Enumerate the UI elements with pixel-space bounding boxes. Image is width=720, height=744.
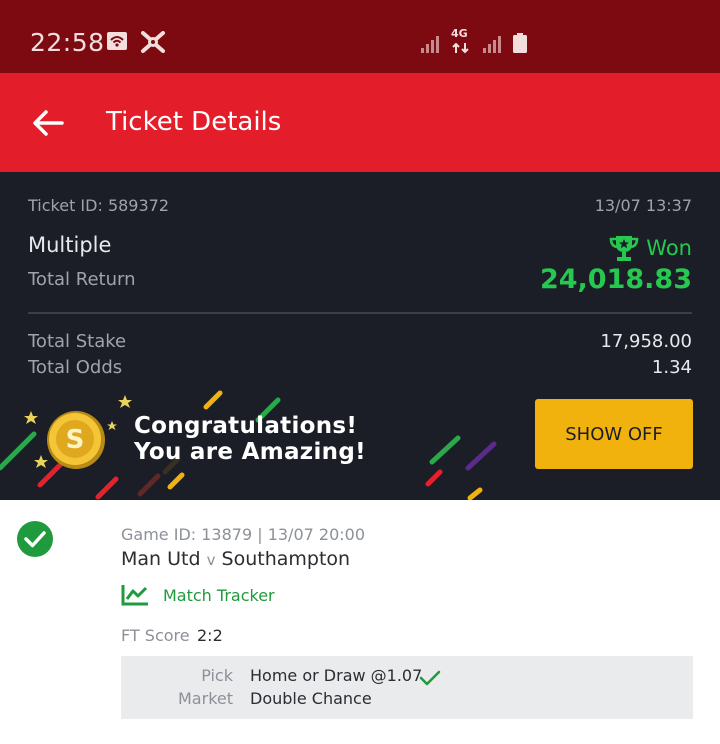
won-check-icon: [17, 521, 53, 557]
status-bar: 22:58 4G: [0, 0, 720, 73]
network-type: 4G: [450, 27, 472, 54]
home-team: Man Utd: [121, 548, 201, 570]
selection-card: Game ID: 13879 | 13/07 20:00 Man Utd v S…: [0, 500, 720, 744]
pick-value: Home or Draw @1.07: [250, 666, 423, 685]
bet-type: Multiple: [28, 233, 112, 257]
ticket-id: Ticket ID: 589372: [28, 196, 170, 215]
ticket-summary-panel: Ticket ID: 589372 13/07 13:37 Multiple W…: [0, 172, 720, 500]
congrats-line-2: You are Amazing!: [134, 439, 366, 465]
market-value: Double Chance: [250, 689, 372, 708]
back-button[interactable]: [28, 103, 68, 143]
total-odds-label: Total Odds: [28, 357, 123, 378]
status-left-icons: [106, 31, 166, 53]
total-return-label: Total Return: [28, 269, 136, 290]
versus-label: v: [206, 551, 216, 569]
app-bar: Ticket Details: [0, 73, 720, 172]
match-teams: Man Utd v Southampton: [121, 548, 350, 570]
coin-icon: S: [47, 411, 105, 469]
status-time: 22:58: [30, 28, 105, 57]
congrats-line-1: Congratulations!: [134, 413, 358, 439]
total-stake-value: 17,958.00: [600, 331, 692, 352]
trophy-icon: [610, 236, 639, 261]
congratulations-message: Congratulations! You are Amazing!: [134, 413, 366, 465]
status-badge: Won: [608, 234, 692, 262]
svg-text:S: S: [66, 425, 85, 455]
network-type-label: 4G: [451, 27, 468, 40]
arrow-left-icon: [33, 110, 64, 136]
data-arrows-icon: [452, 42, 469, 54]
market-label: Market: [178, 689, 233, 708]
page-title: Ticket Details: [106, 107, 282, 137]
chart-line-icon: [121, 585, 148, 606]
total-odds-value: 1.34: [651, 357, 692, 378]
ft-score-value: 2:2: [197, 626, 223, 645]
total-stake-label: Total Stake: [28, 331, 127, 352]
pick-check-icon: [419, 670, 441, 686]
shield-app-icon: [141, 31, 165, 53]
game-meta: Game ID: 13879 | 13/07 20:00: [121, 525, 365, 544]
divider: [28, 312, 692, 314]
battery-icon: [513, 33, 527, 53]
signal-strength-icon-2: [483, 36, 501, 53]
ft-score-label: FT Score: [121, 626, 190, 645]
total-return-value: 24,018.83: [539, 264, 692, 295]
match-tracker-link[interactable]: Match Tracker: [121, 584, 275, 606]
status-right-icons: 4G: [420, 27, 528, 54]
status-text: Won: [646, 236, 692, 260]
match-tracker-label: Match Tracker: [163, 585, 275, 605]
pick-details: Pick Home or Draw @1.07 Market Double Ch…: [121, 656, 693, 719]
signal-strength-icon: [421, 36, 439, 53]
wifi-screen-icon: [107, 32, 127, 50]
ticket-datetime: 13/07 13:37: [594, 196, 692, 215]
pick-label: Pick: [201, 666, 233, 685]
away-team: Southampton: [221, 548, 351, 570]
show-off-button[interactable]: SHOW OFF: [535, 399, 693, 469]
